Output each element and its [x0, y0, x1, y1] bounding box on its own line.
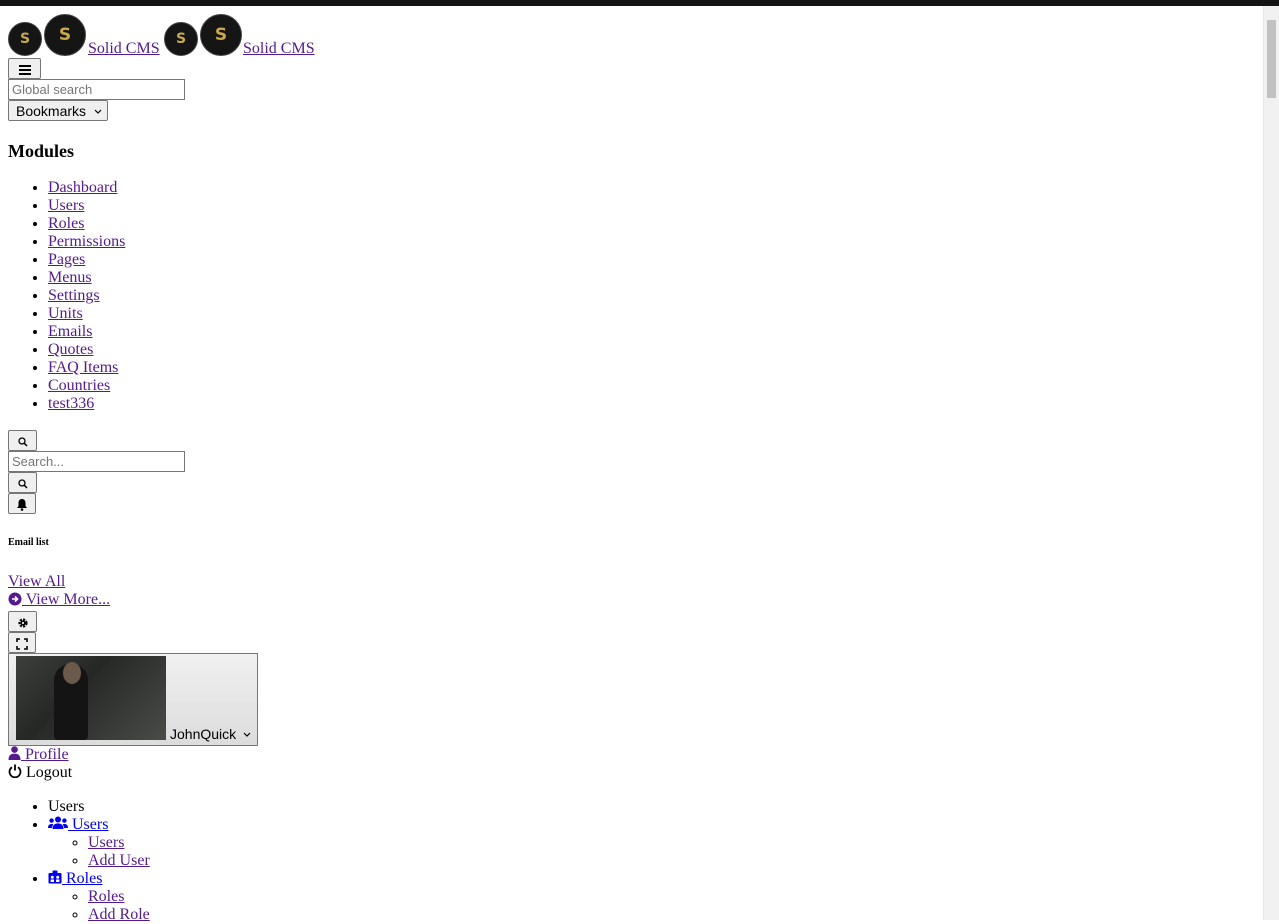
bookmarks-button[interactable]: Bookmarks: [8, 100, 108, 121]
sidebar-menu: Users Users Users Add User Roles Roles A…: [8, 798, 1258, 924]
profile-link[interactable]: Profile: [8, 746, 69, 763]
module-item: FAQ Items: [48, 359, 1258, 377]
module-link-faq-items[interactable]: FAQ Items: [48, 359, 118, 376]
gear-icon: [17, 617, 28, 628]
brand-link-1[interactable]: Solid CMS: [88, 40, 160, 58]
module-link-users[interactable]: Users: [48, 197, 84, 214]
module-item: Users: [48, 197, 1258, 215]
user-name: JohnQuick: [170, 726, 251, 742]
modules-title: Modules: [8, 141, 75, 161]
logo-small-icon[interactable]: S: [8, 22, 42, 56]
search-submit-button[interactable]: [8, 472, 37, 493]
bookmarks-label: Bookmarks: [16, 102, 87, 119]
module-item: test336: [48, 395, 1258, 413]
module-link-pages[interactable]: Pages: [48, 251, 85, 268]
user-icon: [8, 746, 21, 760]
submenu-link-users[interactable]: Users: [88, 834, 124, 851]
menu-group-label: Roles: [62, 870, 103, 887]
module-link-menus[interactable]: Menus: [48, 269, 92, 286]
email-list-title: Email list: [8, 537, 49, 548]
module-link-dashboard[interactable]: Dashboard: [48, 179, 117, 196]
logo-row: S S Solid CMS S S Solid CMS: [8, 6, 1258, 58]
page-scrollbar[interactable]: [1263, 6, 1279, 920]
module-link-settings[interactable]: Settings: [48, 287, 100, 304]
submenu-roles: Roles Add Role: [48, 888, 1258, 924]
module-link-emails[interactable]: Emails: [48, 323, 92, 340]
modules-list: Dashboard Users Roles Permissions Pages …: [8, 179, 1258, 413]
module-link-quotes[interactable]: Quotes: [48, 341, 93, 358]
logo-large-icon-2[interactable]: S: [200, 14, 242, 56]
module-link-test336[interactable]: test336: [48, 395, 94, 412]
menu-group-roles: Roles Roles Add Role: [48, 870, 1258, 924]
logout-label: Logout: [26, 764, 73, 781]
module-item: Menus: [48, 269, 1258, 287]
submenu-link-add-role[interactable]: Add Role: [88, 906, 150, 923]
menu-link-roles-group[interactable]: Roles: [48, 870, 102, 887]
chevron-down-icon: [94, 109, 102, 114]
search-input[interactable]: Search...: [8, 451, 185, 472]
user-name-label: JohnQuick: [170, 726, 237, 742]
search-icon: [17, 436, 28, 447]
module-link-countries[interactable]: Countries: [48, 377, 110, 394]
menu-link-users-group[interactable]: Users: [48, 816, 108, 833]
module-item: Countries: [48, 377, 1258, 395]
view-all-link[interactable]: View All: [8, 573, 65, 590]
submenu-link-add-user[interactable]: Add User: [88, 852, 150, 869]
module-link-roles[interactable]: Roles: [48, 215, 84, 232]
expand-icon: [16, 637, 28, 650]
menu-section-title: Users: [48, 798, 1258, 816]
module-item: Permissions: [48, 233, 1258, 251]
id-badge-icon: [48, 870, 62, 884]
module-item: Pages: [48, 251, 1258, 269]
fullscreen-button[interactable]: [8, 632, 36, 653]
hamburger-button[interactable]: [8, 58, 41, 79]
menu-group-label: Users: [68, 816, 109, 833]
power-icon: [8, 764, 22, 778]
profile-label: Profile: [21, 746, 69, 763]
module-item: Quotes: [48, 341, 1258, 359]
notifications-button[interactable]: [8, 493, 36, 514]
submenu-item: Users: [88, 834, 1258, 852]
user-dropdown-button[interactable]: JohnQuick: [8, 653, 258, 746]
module-item: Emails: [48, 323, 1258, 341]
users-icon: [48, 816, 68, 829]
logo-large-icon[interactable]: S: [44, 14, 86, 56]
avatar: [16, 656, 166, 740]
bell-icon: [17, 499, 27, 511]
submenu-item: Add Role: [88, 906, 1258, 924]
menu-group-users: Users Users Add User: [48, 816, 1258, 870]
bars-icon: [18, 64, 31, 75]
search-icon: [17, 478, 28, 489]
view-more-label: View More...: [22, 591, 111, 608]
module-item: Settings: [48, 287, 1258, 305]
submenu-link-roles[interactable]: Roles: [88, 888, 124, 905]
arrow-circle-right-icon: [8, 592, 22, 606]
submenu-item: Add User: [88, 852, 1258, 870]
page-content: S S Solid CMS S S Solid CMS Global searc…: [8, 6, 1258, 924]
submenu-item: Roles: [88, 888, 1258, 906]
brand-link-2[interactable]: Solid CMS: [243, 40, 315, 58]
search-toggle-button[interactable]: [8, 430, 37, 451]
logo-small-icon-2[interactable]: S: [164, 22, 198, 56]
module-item: Roles: [48, 215, 1258, 233]
avatar-head: [63, 662, 81, 684]
module-link-units[interactable]: Units: [48, 305, 83, 322]
chevron-down-icon: [243, 732, 251, 738]
module-link-permissions[interactable]: Permissions: [48, 233, 125, 250]
module-item: Dashboard: [48, 179, 1258, 197]
logout-item[interactable]: Logout: [8, 764, 1258, 782]
submenu-users: Users Add User: [48, 834, 1258, 870]
settings-button[interactable]: [8, 611, 37, 632]
scrollbar-thumb[interactable]: [1267, 20, 1276, 98]
module-item: Units: [48, 305, 1258, 323]
global-search-input[interactable]: Global search: [8, 79, 185, 100]
view-more-link[interactable]: View More...: [8, 591, 110, 608]
